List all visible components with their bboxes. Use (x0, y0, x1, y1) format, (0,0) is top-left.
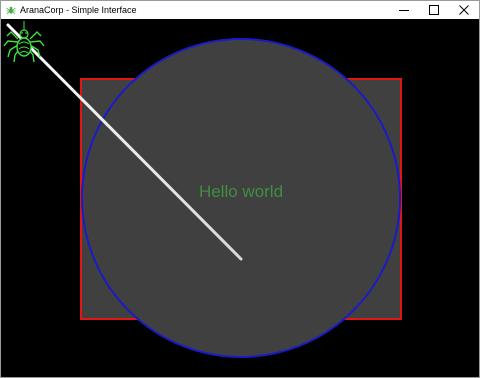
maximize-button[interactable] (419, 1, 449, 19)
minimize-icon (399, 10, 409, 11)
hello-world-text: Hello world (198, 182, 284, 201)
close-icon (459, 5, 469, 15)
drawing-canvas[interactable]: Hello world (1, 19, 479, 377)
maximize-icon (429, 5, 439, 15)
window-controls (389, 1, 479, 19)
close-button[interactable] (449, 1, 479, 19)
spider-icon (3, 21, 45, 63)
spider-app-icon (6, 6, 16, 15)
app-window: AranaCorp - Simple Interface Hello world (0, 0, 480, 378)
minimize-button[interactable] (389, 1, 419, 19)
title-bar[interactable]: AranaCorp - Simple Interface (1, 1, 479, 19)
window-title: AranaCorp - Simple Interface (20, 5, 137, 15)
